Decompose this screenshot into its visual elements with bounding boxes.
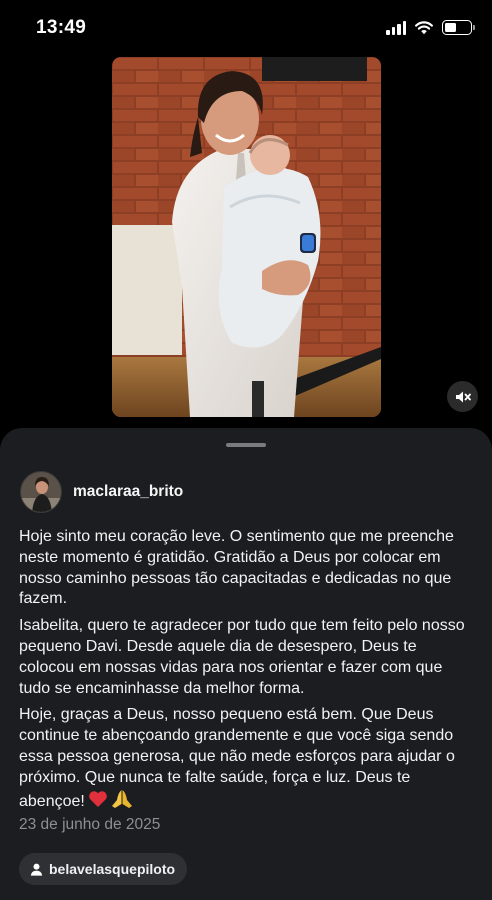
cellular-signal-icon [386,20,406,35]
status-icons [386,20,475,35]
story-photo-illustration [112,57,381,417]
story-photo[interactable] [112,57,381,417]
caption-paragraph: Hoje, graças a Deus, nosso pequeno está … [19,705,475,812]
caption-sheet: maclaraa_brito Hoje sinto meu coração le… [0,428,492,900]
red-heart-emoji [89,790,107,807]
post-caption: Hoje sinto meu coração leve. O sentiment… [19,527,475,818]
post-author[interactable]: maclaraa_brito [20,471,183,513]
muted-speaker-icon [455,391,471,402]
folded-hands-emoji [111,789,132,808]
battery-icon [442,20,475,35]
tagged-username[interactable]: belavelasquepiloto [49,861,175,877]
caption-paragraph: Hoje sinto meu coração leve. O sentiment… [19,528,454,608]
tagged-user-chip[interactable]: belavelasquepiloto [19,853,188,885]
username[interactable]: maclaraa_brito [73,483,183,501]
caption-paragraph-text: Hoje, graças a Deus, nosso pequeno está … [19,706,455,810]
person-icon [30,863,43,876]
status-time: 13:49 [36,17,87,38]
avatar[interactable] [20,471,62,513]
avatar-photo [21,472,61,512]
status-bar: 13:49 [0,0,492,56]
sheet-drag-handle[interactable] [226,443,266,447]
mute-toggle-button[interactable] [447,381,478,412]
caption-paragraph: Isabelita, quero te agradecer por tudo q… [19,617,465,697]
wifi-icon [415,21,433,35]
post-date: 23 de junho de 2025 [19,816,161,833]
